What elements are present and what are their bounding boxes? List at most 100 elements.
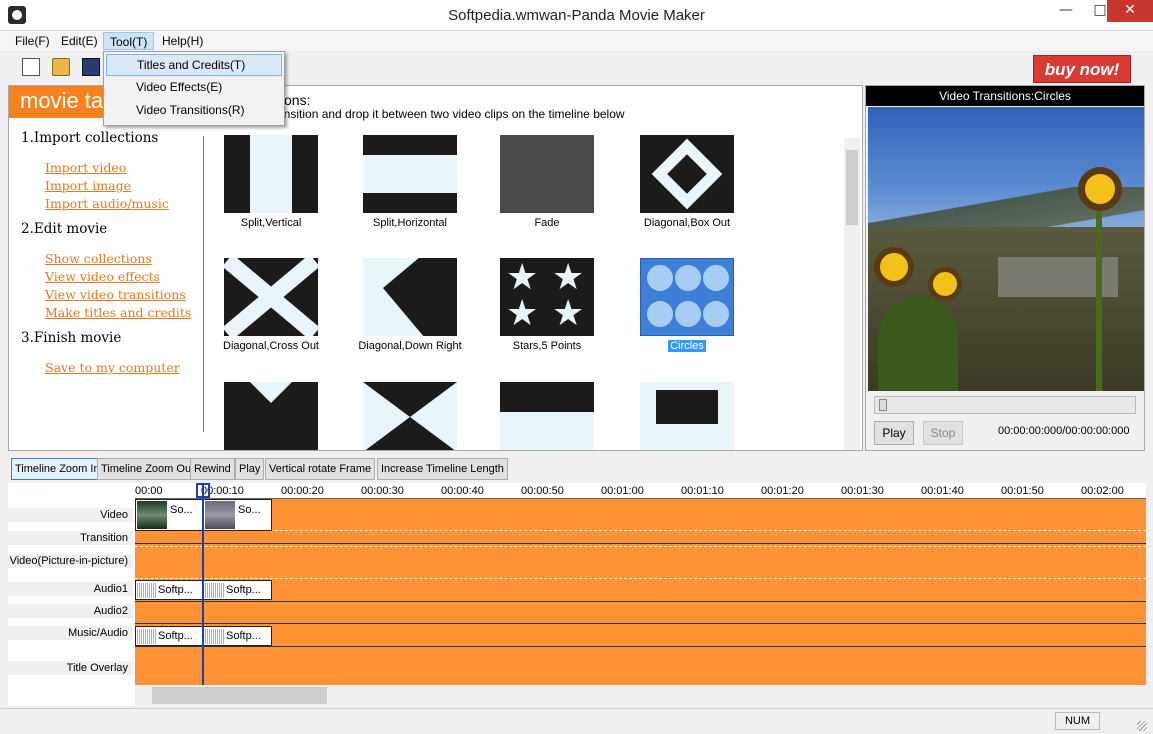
- tool-menu-dropdown: Titles and Credits(T) Video Effects(E) V…: [103, 51, 285, 126]
- link-video-transitions[interactable]: View video transitions: [45, 287, 186, 302]
- timeline-zoom-out-button[interactable]: Timeline Zoom Out: [97, 458, 199, 480]
- menu-video-transitions[interactable]: Video Transitions(R): [106, 100, 282, 122]
- video-clip[interactable]: So...: [203, 499, 272, 531]
- track-separator: [135, 546, 1146, 547]
- tasks-panel: movie ta tions: ansition and drop it bet…: [8, 85, 863, 451]
- menu-help[interactable]: Help(H): [156, 32, 209, 50]
- link-video-effects[interactable]: View video effects: [45, 269, 160, 284]
- seek-slider-handle[interactable]: [879, 399, 887, 411]
- track-label-music: Music/Audio: [8, 626, 133, 640]
- scrollbar-thumb[interactable]: [846, 150, 858, 225]
- track-label-pip: Video(Picture-in-picture): [8, 554, 133, 568]
- title-bar: Softpedia.wmwan-Panda Movie Maker — □ ✕: [0, 0, 1153, 31]
- link-save-computer[interactable]: Save to my computer: [45, 360, 180, 375]
- transition-thumbnail[interactable]: [363, 382, 457, 450]
- rewind-button[interactable]: Rewind: [190, 458, 235, 480]
- menu-bar: File(F) Edit(E) Tool(T) Help(H): [0, 31, 1153, 51]
- transition-split-horizontal[interactable]: [363, 135, 457, 213]
- nav-divider: [203, 136, 204, 432]
- open-folder-icon[interactable]: [52, 58, 70, 76]
- status-bar: NUM: [0, 708, 1153, 734]
- playhead[interactable]: [202, 483, 204, 685]
- transition-fade[interactable]: [500, 135, 594, 213]
- timeline-zoom-in-button[interactable]: Timeline Zoom In: [11, 458, 104, 480]
- new-file-icon[interactable]: [22, 58, 40, 76]
- window-title: Softpedia.wmwan-Panda Movie Maker: [448, 7, 705, 24]
- seek-slider[interactable]: [874, 396, 1136, 414]
- timeline-play-button[interactable]: Play: [235, 458, 265, 480]
- menu-file[interactable]: File(F): [9, 32, 56, 50]
- selected-transition-name: Circles: [668, 340, 706, 352]
- transition-label: Diagonal,Down Right: [358, 340, 462, 352]
- close-icon[interactable]: ✕: [1107, 0, 1153, 22]
- waveform: [205, 629, 225, 644]
- timeline: Video Transition Video(Picture-in-pictur…: [8, 483, 1146, 706]
- transition-label: Fade: [534, 217, 560, 229]
- track-label-audio1: Audio1: [8, 582, 133, 596]
- transition-split-vertical[interactable]: [224, 135, 318, 213]
- audio-clip-label: Softp...: [158, 584, 193, 596]
- transition-circles[interactable]: [640, 258, 734, 336]
- menu-tool[interactable]: Tool(T): [103, 32, 155, 50]
- link-show-collections[interactable]: Show collections: [45, 251, 152, 266]
- timeline-ruler[interactable]: 00:00 00:00:10 00:00:20 00:00:30 00:00:4…: [135, 483, 1146, 499]
- transition-diagonal-cross-out[interactable]: [224, 258, 318, 336]
- music-clip-label: Softp...: [158, 630, 193, 642]
- ruler-tick: 00:01:50: [1001, 485, 1044, 497]
- link-import-image[interactable]: Import image: [45, 178, 131, 193]
- ruler-tick: 00:00: [135, 485, 163, 497]
- increase-timeline-length-button[interactable]: Increase Timeline Length: [377, 458, 508, 480]
- timeline-tracks[interactable]: So... So... Softp... Softp... Softp... S…: [135, 499, 1146, 685]
- music-clip[interactable]: Softp...: [135, 626, 203, 646]
- clip-thumbnail: [205, 501, 235, 529]
- track-label-audio2: Audio2: [8, 604, 133, 618]
- transitions-scrollbar[interactable]: [844, 138, 860, 450]
- transition-thumbnail[interactable]: [500, 382, 594, 450]
- scrollbar-thumb[interactable]: [152, 687, 327, 704]
- vertical-rotate-frame-button[interactable]: Vertical rotate Frame: [265, 458, 376, 480]
- timeline-area[interactable]: 00:00 00:00:10 00:00:20 00:00:30 00:00:4…: [135, 483, 1146, 706]
- save-disk-icon[interactable]: [82, 58, 100, 76]
- preview-play-button[interactable]: Play: [874, 421, 914, 445]
- ruler-tick: 00:01:40: [921, 485, 964, 497]
- menu-video-effects[interactable]: Video Effects(E): [106, 77, 282, 99]
- num-lock-indicator: NUM: [1055, 712, 1100, 730]
- track-separator: [135, 530, 1146, 531]
- waveform: [205, 583, 225, 598]
- preview-video-frame: [868, 107, 1144, 391]
- audio1-clip[interactable]: Softp...: [203, 580, 272, 600]
- transition-thumbnail[interactable]: [224, 382, 318, 450]
- track-separator: [135, 646, 1146, 647]
- audio-clip-label: Softp...: [226, 584, 261, 596]
- music-clip[interactable]: Softp...: [203, 626, 272, 646]
- timeline-toolbar: Timeline Zoom In Timeline Zoom Out Rewin…: [8, 458, 1146, 480]
- preview-stop-button[interactable]: Stop: [923, 421, 963, 445]
- transition-thumbnail[interactable]: [640, 382, 734, 450]
- ruler-tick: 00:01:30: [841, 485, 884, 497]
- timeline-scrollbar[interactable]: [135, 685, 1146, 706]
- minimize-icon[interactable]: —: [1049, 0, 1083, 22]
- transition-stars-5-points[interactable]: ★ ★ ★ ★: [500, 258, 594, 336]
- instruction-text: ansition and drop it between two video c…: [277, 107, 625, 121]
- buy-now-button[interactable]: buy now!: [1033, 55, 1131, 83]
- ruler-tick: 00:00:30: [361, 485, 404, 497]
- ruler-tick: 00:01:10: [681, 485, 724, 497]
- track-separator: [135, 623, 1146, 624]
- audio1-clip[interactable]: Softp...: [135, 580, 203, 600]
- link-titles-credits[interactable]: Make titles and credits: [45, 305, 191, 320]
- section-finish-heading: 3.Finish movie: [21, 330, 122, 346]
- transition-label: Stars,5 Points: [512, 340, 582, 352]
- menu-titles-and-credits[interactable]: Titles and Credits(T): [106, 54, 282, 76]
- video-clip[interactable]: So...: [135, 499, 203, 531]
- link-import-video[interactable]: Import video: [45, 160, 126, 175]
- track-label-transition: Transition: [8, 531, 133, 545]
- preview-panel: Video Transitions:Circles Play Stop 00:0…: [865, 85, 1145, 451]
- transition-diagonal-down-right[interactable]: [363, 258, 457, 336]
- link-import-audio[interactable]: Import audio/music: [45, 196, 169, 211]
- menu-edit[interactable]: Edit(E): [55, 32, 104, 50]
- resize-grip-icon[interactable]: [1137, 721, 1147, 731]
- ruler-tick: 00:00:40: [441, 485, 484, 497]
- clip-thumbnail: [137, 501, 167, 529]
- track-separator: [135, 578, 1146, 579]
- transition-diagonal-box-out[interactable]: [640, 135, 734, 213]
